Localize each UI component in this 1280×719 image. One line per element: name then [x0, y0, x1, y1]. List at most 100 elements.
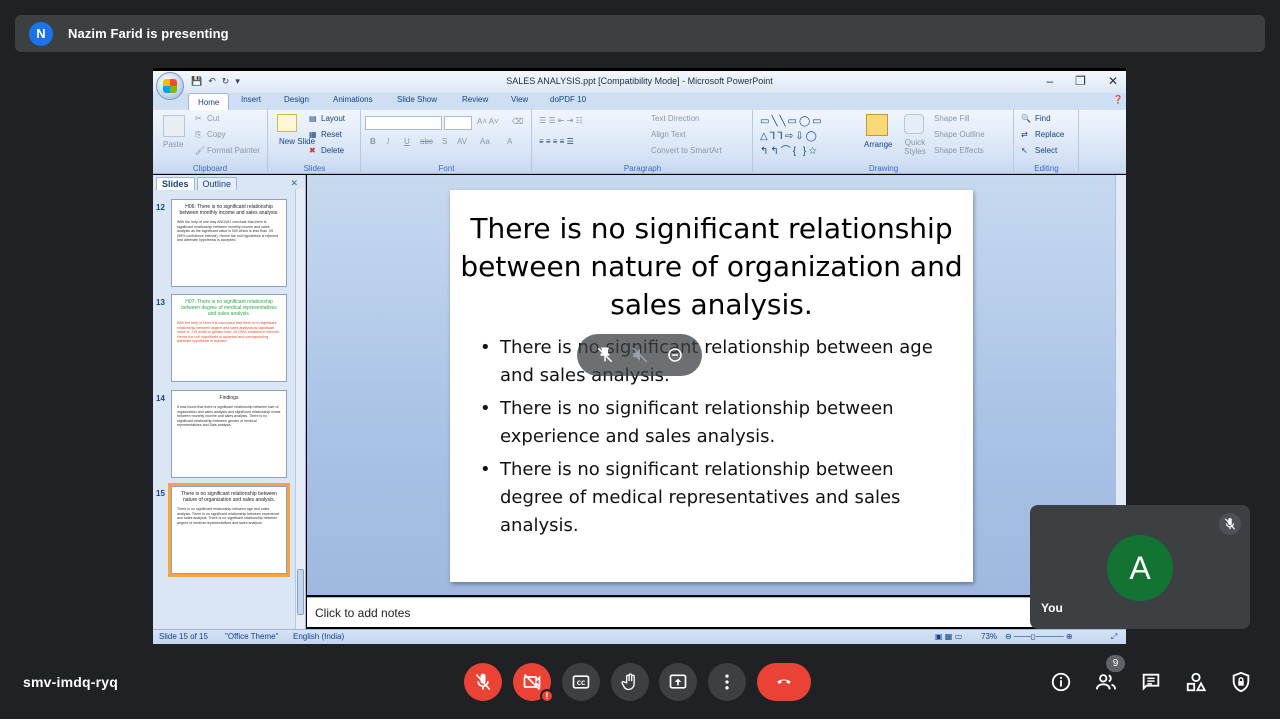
shapes-gallery[interactable]: ▭╲╲▭◯▭ △⅂⅂⇨⇩◯ ↰↰⌒{ }☆ [760, 114, 824, 159]
arrange-button[interactable]: Arrange [864, 140, 892, 149]
align-text-button[interactable]: Align Text [651, 130, 686, 139]
shape-effects-button[interactable]: Shape Effects [934, 146, 984, 155]
replace-button[interactable]: Replace [1035, 130, 1064, 139]
reset-icon[interactable]: ▦ [309, 130, 317, 139]
cut-icon[interactable]: ✂ [195, 114, 202, 123]
spacing-icon[interactable]: AV [457, 137, 467, 146]
group-drawing: ▭╲╲▭◯▭ △⅂⅂⇨⇩◯ ↰↰⌒{ }☆ Arrange Quick Styles… [754, 110, 1014, 174]
camera-toggle-button[interactable]: ! [513, 663, 554, 703]
new-slide-icon[interactable] [277, 114, 297, 132]
people-button[interactable] [1093, 669, 1119, 695]
undo-icon[interactable]: ↶ [208, 76, 216, 87]
delete-button[interactable]: Delete [321, 146, 344, 155]
underline-icon[interactable]: U [404, 137, 410, 146]
convert-smartart-button[interactable]: Convert to SmartArt [651, 146, 722, 155]
host-controls-button[interactable] [1228, 669, 1254, 695]
current-slide[interactable]: There is no significant relationship bet… [450, 190, 973, 582]
italic-icon[interactable]: I [387, 137, 389, 146]
format-painter-button[interactable]: Format Painter [207, 146, 260, 155]
slide-bullet-list[interactable]: There is no significant relationship bet… [480, 334, 950, 545]
slide-thumbnail-15[interactable]: There is no significant relationship bet… [168, 483, 290, 577]
more-options-icon[interactable] [666, 346, 684, 364]
more-options-button[interactable] [708, 663, 746, 701]
format-painter-icon[interactable]: 🖌 [195, 146, 205, 155]
pin-icon[interactable] [596, 346, 614, 364]
minimize-icon[interactable]: – [1046, 74, 1053, 88]
tab-insert[interactable]: Insert [241, 95, 261, 104]
slide-thumbnail-13[interactable]: H07: There is no significant relationshi… [171, 294, 287, 382]
shadow-icon[interactable]: S [442, 137, 447, 146]
quick-styles-button[interactable]: Quick Styles [900, 138, 930, 156]
shape-outline-button[interactable]: Shape Outline [934, 130, 985, 139]
leave-call-button[interactable] [757, 663, 811, 701]
view-buttons-icon[interactable]: ▣ ▦ ▭ [935, 632, 962, 641]
chat-icon [1142, 673, 1160, 691]
meeting-details-button[interactable] [1048, 669, 1074, 695]
panel-scrollbar[interactable] [295, 189, 305, 629]
quick-access-toolbar: 💾 ↶ ↻ ▾ [191, 76, 240, 87]
office-button[interactable] [156, 72, 184, 100]
paste-icon[interactable] [163, 115, 185, 137]
present-screen-button[interactable] [659, 663, 697, 701]
qat-dropdown-icon[interactable]: ▾ [235, 76, 240, 87]
layout-button[interactable]: Layout [321, 114, 345, 123]
arrange-icon[interactable] [866, 114, 888, 136]
grow-font-icon[interactable]: A˄ A˅ [477, 117, 499, 126]
copy-icon[interactable]: ⎘ [195, 130, 201, 140]
tab-outline[interactable]: Outline [196, 177, 238, 190]
tab-slides[interactable]: Slides [156, 177, 195, 190]
align-icons[interactable]: ≡ ≡ ≡ ≡ ☰ [539, 137, 574, 146]
find-button[interactable]: Find [1035, 114, 1051, 123]
reset-button[interactable]: Reset [321, 130, 342, 139]
save-icon[interactable]: 💾 [191, 76, 202, 87]
notes-pane[interactable]: Click to add notes [307, 597, 1115, 627]
select-button[interactable]: Select [1035, 146, 1057, 155]
tab-slide-show[interactable]: Slide Show [397, 95, 437, 104]
redo-icon[interactable]: ↻ [222, 76, 230, 87]
slide-thumbnail-12[interactable]: H06: There is no significant relationshi… [171, 199, 287, 287]
panel-scroll-thumb[interactable] [297, 569, 304, 615]
change-case-icon[interactable]: Aa [480, 137, 490, 146]
delete-icon[interactable]: ✖ [309, 146, 316, 155]
chat-button[interactable] [1138, 669, 1164, 695]
activities-button[interactable] [1183, 669, 1209, 695]
copy-button[interactable]: Copy [207, 130, 226, 139]
captions-button[interactable]: CC [562, 663, 600, 701]
bold-icon[interactable]: B [370, 137, 376, 146]
tab-review[interactable]: Review [462, 95, 488, 104]
paste-button[interactable]: Paste [163, 140, 183, 149]
self-video-tile[interactable]: A You [1030, 505, 1250, 629]
strikethrough-icon[interactable]: abc [420, 137, 433, 146]
tab-dopdf[interactable]: doPDF 10 [550, 95, 586, 104]
font-name-box[interactable] [365, 116, 442, 130]
tab-view[interactable]: View [511, 95, 528, 104]
slide-thumbnail-14[interactable]: Findings It was found that there is sign… [171, 390, 287, 478]
close-icon[interactable]: ✕ [1108, 74, 1118, 88]
tab-home[interactable]: Home [188, 93, 230, 110]
select-icon[interactable]: ↖ [1021, 146, 1028, 155]
help-icon[interactable]: ❓ [1113, 95, 1123, 104]
microphone-toggle-button[interactable] [464, 663, 502, 701]
slide-title[interactable]: There is no significant relationship bet… [450, 210, 973, 324]
presenter-avatar: N [29, 21, 53, 46]
fit-window-icon[interactable]: ⤢ [1111, 632, 1117, 642]
cut-button[interactable]: Cut [207, 114, 219, 123]
font-size-box[interactable] [444, 116, 472, 130]
tab-animations[interactable]: Animations [333, 95, 373, 104]
find-icon[interactable]: 🔍 [1021, 114, 1031, 123]
font-color-icon[interactable]: A [507, 137, 512, 146]
panel-close-icon[interactable]: ✕ [290, 178, 298, 189]
bullets-icon[interactable]: ☰ ☰ ⇤ ⇥ ☷ [539, 116, 583, 125]
tab-design[interactable]: Design [284, 95, 309, 104]
replace-icon[interactable]: ⇄ [1021, 130, 1028, 139]
quick-styles-icon[interactable] [904, 114, 924, 134]
raise-hand-button[interactable] [611, 663, 649, 701]
zoom-slider[interactable]: ⊖ ───▯───── ⊕ [1005, 632, 1073, 641]
clear-format-icon[interactable]: ⌫ [512, 117, 523, 126]
layout-icon[interactable]: ▤ [309, 114, 317, 123]
text-direction-button[interactable]: Text Direction [651, 114, 699, 123]
shape-fill-button[interactable]: Shape Fill [934, 114, 970, 123]
mute-presentation-icon[interactable] [631, 346, 649, 364]
restore-icon[interactable]: ❐ [1075, 74, 1086, 88]
panel-tabs: Slides Outline [156, 177, 238, 190]
